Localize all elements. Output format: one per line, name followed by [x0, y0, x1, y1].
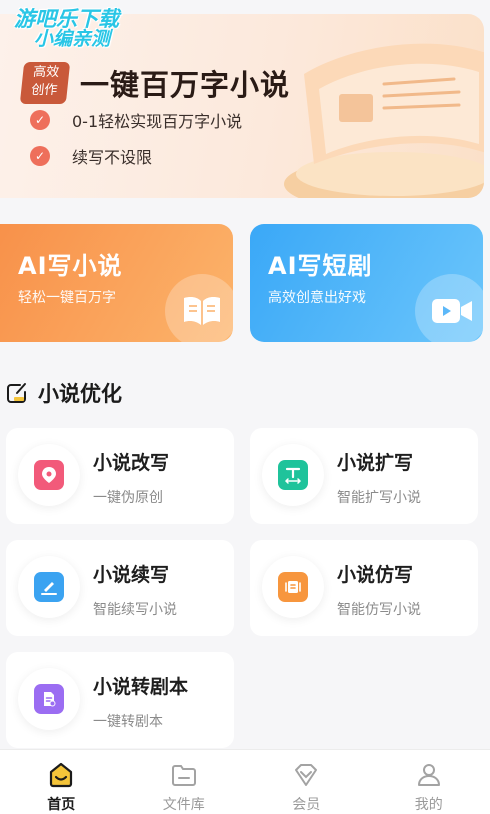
vip-diamond-icon: [292, 762, 320, 788]
banner-feature-text: 0-1轻松实现百万字小说: [72, 108, 242, 132]
check-icon: ✓: [30, 110, 50, 130]
tool-novel-continue[interactable]: 小说续写 智能续写小说: [6, 540, 234, 636]
profile-icon: [415, 762, 443, 788]
ai-write-drama-card[interactable]: AI写短剧 高效创意出好戏: [250, 224, 483, 342]
tool-subtitle: 智能续写小说: [93, 599, 177, 619]
tab-label: 会员: [292, 794, 320, 814]
watermark-line-2: 小编亲测: [34, 30, 119, 50]
tool-novel-to-script[interactable]: 小说转剧本 一键转剧本: [6, 652, 234, 748]
tab-label: 首页: [47, 794, 75, 814]
watermark: 游吧乐下载 小编亲测: [14, 8, 119, 50]
tool-icon-wrap: [262, 556, 324, 618]
banner-feature-text: 续写不设限: [72, 144, 152, 168]
banner-badge-line-2: 创作: [20, 82, 68, 100]
banner-badge: 高效 创作: [20, 62, 70, 104]
home-icon: [47, 762, 75, 788]
tool-icon-wrap: [18, 444, 80, 506]
section-title: 小说优化: [6, 378, 122, 408]
banner-badge-line-1: 高效: [22, 64, 70, 82]
tool-icon-wrap: [18, 668, 80, 730]
tool-novel-expand[interactable]: 小说扩写 智能扩写小说: [250, 428, 478, 524]
newspaper-illustration: [264, 34, 484, 198]
tool-subtitle: 一键伪原创: [93, 487, 163, 507]
check-icon: ✓: [30, 146, 50, 166]
video-camera-icon: [415, 274, 483, 342]
book-icon: [165, 274, 233, 342]
watermark-line-1: 游吧乐下载: [14, 8, 119, 30]
tool-icon-wrap: [18, 556, 80, 618]
banner-feature-2: ✓ 续写不设限: [30, 144, 152, 168]
card-title: AI写短剧: [268, 246, 373, 281]
banner-feature-1: ✓ 0-1轻松实现百万字小说: [30, 108, 242, 132]
card-subtitle: 高效创意出好戏: [268, 287, 366, 307]
tab-membership[interactable]: 会员: [245, 750, 368, 814]
tool-title: 小说仿写: [337, 560, 413, 587]
ai-write-novel-card[interactable]: AI写小说 轻松一键百万字: [0, 224, 233, 342]
folder-icon: [170, 762, 198, 788]
tool-novel-imitate[interactable]: 小说仿写 智能仿写小说: [250, 540, 478, 636]
section-title-text: 小说优化: [38, 378, 122, 408]
tab-profile[interactable]: 我的: [368, 750, 490, 814]
tab-home[interactable]: 首页: [0, 750, 123, 814]
card-title: AI写小说: [18, 246, 123, 281]
tool-subtitle: 智能扩写小说: [337, 487, 421, 507]
tab-label: 文件库: [163, 794, 205, 814]
tool-novel-rewrite[interactable]: 小说改写 一键伪原创: [6, 428, 234, 524]
tool-title: 小说续写: [93, 560, 169, 587]
tab-label: 我的: [415, 794, 443, 814]
tool-subtitle: 一键转剧本: [93, 711, 163, 731]
tool-title: 小说改写: [93, 448, 169, 475]
expand-text-icon: [278, 460, 308, 490]
card-subtitle: 轻松一键百万字: [18, 287, 116, 307]
tool-icon-wrap: [262, 444, 324, 506]
script-doc-icon: [34, 684, 64, 714]
tool-title: 小说扩写: [337, 448, 413, 475]
tool-title: 小说转剧本: [93, 672, 188, 699]
rewrite-icon: [34, 460, 64, 490]
continue-pen-icon: [34, 572, 64, 602]
bottom-tab-bar: 首页 文件库 会员 我的: [0, 749, 490, 814]
tool-subtitle: 智能仿写小说: [337, 599, 421, 619]
imitate-scroll-icon: [278, 572, 308, 602]
edit-note-icon: [6, 382, 28, 404]
banner-title: 一键百万字小说: [80, 62, 290, 104]
tab-file-library[interactable]: 文件库: [123, 750, 246, 814]
